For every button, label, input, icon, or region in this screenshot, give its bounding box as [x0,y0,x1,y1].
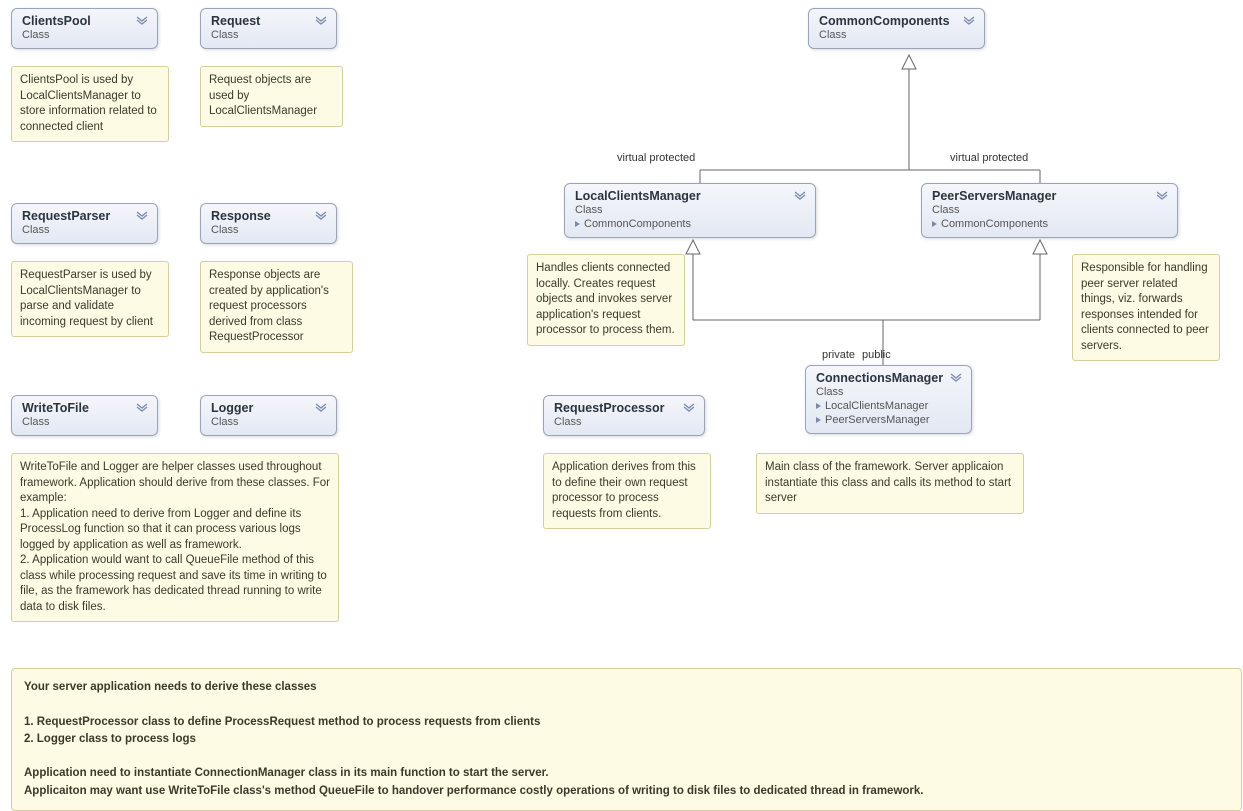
expand-icon[interactable] [314,401,328,411]
note-summary: Your server application needs to derive … [11,668,1242,811]
class-response[interactable]: Response Class [200,203,337,244]
class-stereotype: Class [575,204,805,216]
expand-icon[interactable] [135,401,149,411]
class-stereotype: Class [211,416,326,428]
summary-line-2: Application need to instantiate Connecti… [24,767,549,779]
class-title: RequestParser [22,209,147,223]
class-title: PeerServersManager [932,189,1167,203]
class-commoncomponents[interactable]: CommonComponents Class [808,8,985,49]
class-title: ConnectionsManager [816,371,961,385]
class-requestprocessor[interactable]: RequestProcessor Class [543,395,705,436]
note-response: Response objects are created by applicat… [200,261,353,353]
class-peerserversmanager[interactable]: PeerServersManager Class CommonComponent… [921,183,1178,238]
class-member: PeerServersManager [816,414,961,426]
edge-label-cm-psm: public [862,349,891,361]
class-member: LocalClientsManager [816,400,961,412]
class-stereotype: Class [211,29,326,41]
class-title: RequestProcessor [554,401,694,415]
note-clientspool: ClientsPool is used by LocalClientsManag… [11,66,169,142]
class-title: Request [211,14,326,28]
summary-line-3: Applicaiton may want use WriteToFile cla… [24,785,924,797]
summary-heading: Your server application needs to derive … [24,681,317,693]
note-requestprocessor: Application derives from this to define … [543,453,711,529]
class-title: CommonComponents [819,14,974,28]
class-title: WriteToFile [22,401,147,415]
class-writetofile[interactable]: WriteToFile Class [11,395,158,436]
class-stereotype: Class [22,224,147,236]
edge-label-lcm-inherit: virtual protected [617,152,695,164]
expand-icon[interactable] [135,14,149,24]
class-stereotype: Class [816,386,961,398]
class-title: ClientsPool [22,14,147,28]
note-localclientsmanager: Handles clients connected locally. Creat… [527,254,685,346]
expand-icon[interactable] [314,14,328,24]
class-member: CommonComponents [932,218,1167,230]
class-connectionsmanager[interactable]: ConnectionsManager Class LocalClientsMan… [805,365,972,434]
class-stereotype: Class [554,416,694,428]
note-connectionsmanager: Main class of the framework. Server appl… [756,453,1024,514]
edge-label-psm-inherit: virtual protected [950,152,1028,164]
note-write-logger: WriteToFile and Logger are helper classe… [11,453,339,622]
class-stereotype: Class [819,29,974,41]
class-requestparser[interactable]: RequestParser Class [11,203,158,244]
summary-item-1: 1. RequestProcessor class to define Proc… [24,716,540,728]
note-request: Request objects are used by LocalClients… [200,66,343,127]
class-member: CommonComponents [575,218,805,230]
class-stereotype: Class [22,29,147,41]
class-request[interactable]: Request Class [200,8,337,49]
expand-icon[interactable] [314,209,328,219]
class-title: Response [211,209,326,223]
class-stereotype: Class [211,224,326,236]
class-stereotype: Class [932,204,1167,216]
note-peerserversmanager: Responsible for handling peer server rel… [1072,254,1220,361]
class-clientspool[interactable]: ClientsPool Class [11,8,158,49]
expand-icon[interactable] [949,371,963,381]
class-logger[interactable]: Logger Class [200,395,337,436]
expand-icon[interactable] [962,14,976,24]
class-title: LocalClientsManager [575,189,805,203]
edge-label-cm-lcm: private [822,349,855,361]
expand-icon[interactable] [793,189,807,199]
expand-icon[interactable] [682,401,696,411]
class-stereotype: Class [22,416,147,428]
note-requestparser: RequestParser is used by LocalClientsMan… [11,261,169,337]
expand-icon[interactable] [1155,189,1169,199]
class-localclientsmanager[interactable]: LocalClientsManager Class CommonComponen… [564,183,816,238]
summary-item-2: 2. Logger class to process logs [24,733,196,745]
expand-icon[interactable] [135,209,149,219]
class-title: Logger [211,401,326,415]
uml-canvas: virtual protected virtual protected priv… [0,0,1243,809]
